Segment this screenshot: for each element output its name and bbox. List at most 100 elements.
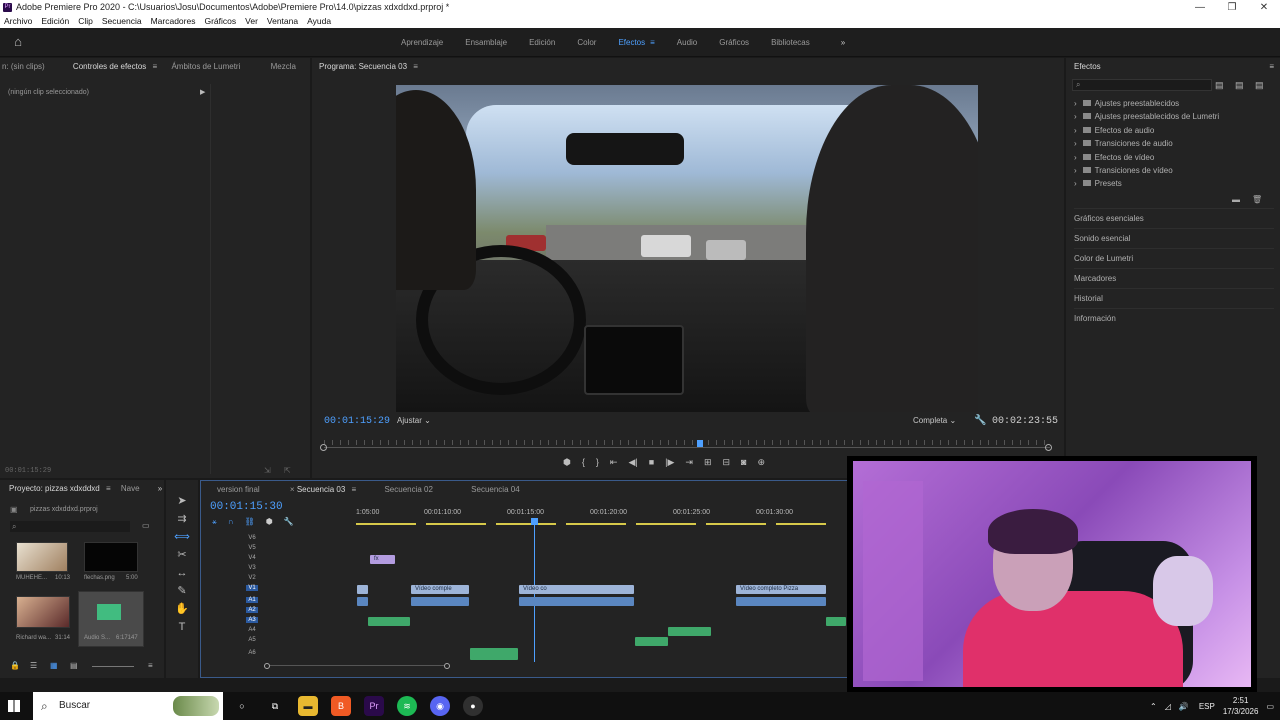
project-menu-icon[interactable]: ≡ (106, 480, 111, 498)
workspace-tab-aprendizaje[interactable]: Aprendizaje (401, 38, 443, 47)
zoom-handle-right[interactable] (1045, 444, 1052, 451)
type-tool-icon[interactable]: T (166, 618, 198, 636)
menu-archivo[interactable]: Archivo (4, 15, 32, 28)
menu-edicion[interactable]: Edición (41, 15, 69, 28)
menu-ver[interactable]: Ver (245, 15, 258, 28)
maximize-button[interactable]: ❐ (1216, 0, 1248, 15)
notifications-icon[interactable]: ▭ (1266, 702, 1274, 711)
windows-start-icon[interactable] (8, 700, 20, 712)
home-icon[interactable]: ⌂ (11, 35, 25, 49)
brave-browser-icon[interactable]: B (331, 696, 351, 716)
razor-tool-icon[interactable]: ✂ (166, 546, 198, 564)
section-lumetri-color[interactable]: Color de Lumetri (1074, 248, 1274, 268)
taskbar-clock[interactable]: 2:51 17/3/2026 (1223, 695, 1259, 717)
new-bin-icon[interactable]: ▬ (1232, 195, 1240, 204)
spotify-icon[interactable]: ≋ (397, 696, 417, 716)
clip-video-v1[interactable] (357, 585, 368, 594)
camera-icon[interactable]: ◙ (741, 457, 746, 471)
slip-tool-icon[interactable]: ↔ (166, 564, 198, 582)
section-essential-graphics[interactable]: Gráficos esenciales (1074, 208, 1274, 228)
tab-effect-controls[interactable]: Controles de efectos (73, 62, 146, 71)
sort-icon[interactable]: ≡ (148, 661, 153, 670)
effects-folder[interactable]: › Transiciones de audio (1074, 137, 1219, 150)
snap-icon[interactable]: ∩ (228, 517, 234, 527)
discord-icon[interactable]: ◉ (430, 696, 450, 716)
panel-menu-icon[interactable]: ≡ (153, 58, 158, 76)
file-explorer-icon[interactable]: ▬ (298, 696, 318, 716)
obs-icon[interactable]: ● (463, 696, 483, 716)
menu-secuencia[interactable]: Secuencia (102, 15, 142, 28)
effects-title[interactable]: Efectos (1074, 62, 1101, 71)
workspace-tab-ensamblaje[interactable]: Ensamblaje (465, 38, 507, 47)
premiere-taskbar-icon[interactable]: Pr (364, 696, 384, 716)
selection-tool-icon[interactable]: ➤ (166, 492, 198, 510)
tab-project[interactable]: Proyecto: pizzas xdxddxd (9, 484, 100, 493)
tray-chevron-icon[interactable]: ⌃ (1150, 702, 1157, 711)
network-icon[interactable]: ◿ (1165, 702, 1171, 711)
freeform-view-icon[interactable]: ▤ (70, 661, 78, 670)
tab-source[interactable]: n: (sin clips) (2, 62, 45, 71)
filter-icon[interactable]: ⇲ (264, 466, 271, 475)
project-item-thumbnail[interactable] (16, 542, 68, 572)
sequence-tab-active[interactable]: Secuencia 03 (297, 485, 345, 494)
timeline-ruler[interactable]: 1:05:00 00:01:10:00 00:01:15:00 00:01:20… (356, 506, 848, 526)
workspace-tab-bibliotecas[interactable]: Bibliotecas (771, 38, 810, 47)
program-video-frame[interactable] (396, 85, 978, 412)
clip-audio-a1[interactable] (736, 597, 826, 606)
workspace-tab-edicion[interactable]: Edición (529, 38, 555, 47)
fit-select[interactable]: Ajustar ⌄ (397, 416, 431, 425)
step-back-icon[interactable]: ◀| (628, 457, 637, 471)
sequence-tab[interactable]: version final (217, 485, 260, 494)
section-markers[interactable]: Marcadores (1074, 268, 1274, 288)
list-view-icon[interactable]: ☰ (30, 661, 37, 670)
close-icon[interactable]: × (290, 485, 295, 494)
icon-view-icon[interactable]: ▦ (50, 661, 58, 670)
new-bin-icon[interactable]: ▭ (142, 521, 150, 530)
clip-audio-a1[interactable] (519, 597, 634, 606)
zoom-slider[interactable] (92, 666, 134, 667)
wrench-icon[interactable]: 🔧 (974, 415, 986, 426)
workspace-more-button[interactable]: » (841, 38, 845, 47)
lift-icon[interactable]: ⊞ (704, 457, 712, 471)
program-title[interactable]: Programa: Secuencia 03 (319, 62, 407, 71)
effects-search-input[interactable]: ⌕ (1072, 79, 1212, 91)
menu-ventana[interactable]: Ventana (267, 15, 298, 28)
settings-wrench-icon[interactable]: 🔧 (284, 517, 294, 527)
add-marker-icon[interactable]: ⬢ (563, 457, 571, 471)
ripple-edit-tool-icon[interactable]: ⟺ (166, 528, 198, 546)
extract-icon[interactable]: ⊟ (723, 457, 731, 471)
zoom-handle-left[interactable] (320, 444, 327, 451)
go-to-in-icon[interactable]: ⇤ (610, 457, 618, 471)
clip-graphic-v4[interactable]: fx (370, 555, 395, 564)
effects-menu-icon[interactable]: ≡ (1269, 58, 1274, 76)
scrubber-playhead[interactable] (697, 440, 704, 447)
effects-folder[interactable]: › Ajustes preestablecidos (1074, 97, 1219, 110)
widgets-icon[interactable]: ⧉ (265, 696, 285, 716)
project-item-thumbnail[interactable] (16, 596, 70, 628)
stop-icon[interactable]: ■ (649, 457, 654, 471)
effects-folder[interactable]: › Transiciones de vídeo (1074, 164, 1219, 177)
effects-folder[interactable]: › Efectos de audio (1074, 124, 1219, 137)
workspace-menu-icon[interactable]: ≡ (650, 38, 655, 47)
tab-navigator[interactable]: Nave (121, 484, 140, 493)
program-scrubber[interactable] (320, 440, 1052, 452)
taskbar-search-box[interactable]: ⌕ Buscar (33, 692, 223, 720)
nest-icon[interactable]: ⚹ (212, 517, 217, 527)
mark-in-icon[interactable]: { (582, 457, 585, 471)
menu-ayuda[interactable]: Ayuda (307, 15, 331, 28)
menu-marcadores[interactable]: Marcadores (151, 15, 196, 28)
menu-clip[interactable]: Clip (78, 15, 93, 28)
project-overflow-icon[interactable]: » (158, 484, 162, 493)
workspace-tab-audio[interactable]: Audio (677, 38, 697, 47)
add-marker-icon[interactable]: ⬢ (266, 517, 273, 527)
clip-audio-a3[interactable] (826, 617, 846, 626)
language-indicator[interactable]: ESP (1199, 702, 1215, 711)
effects-folder[interactable]: › Presets (1074, 177, 1219, 190)
section-info[interactable]: Información (1074, 308, 1274, 328)
program-current-timecode[interactable]: 00:01:15:29 (324, 416, 390, 427)
go-to-out-icon[interactable]: ⇥ (685, 457, 693, 471)
clip-audio-a6[interactable] (470, 648, 518, 660)
linked-selection-icon[interactable]: ⛓ (245, 517, 255, 527)
timeline-timecode[interactable]: 00:01:15:30 (210, 501, 283, 513)
section-history[interactable]: Historial (1074, 288, 1274, 308)
